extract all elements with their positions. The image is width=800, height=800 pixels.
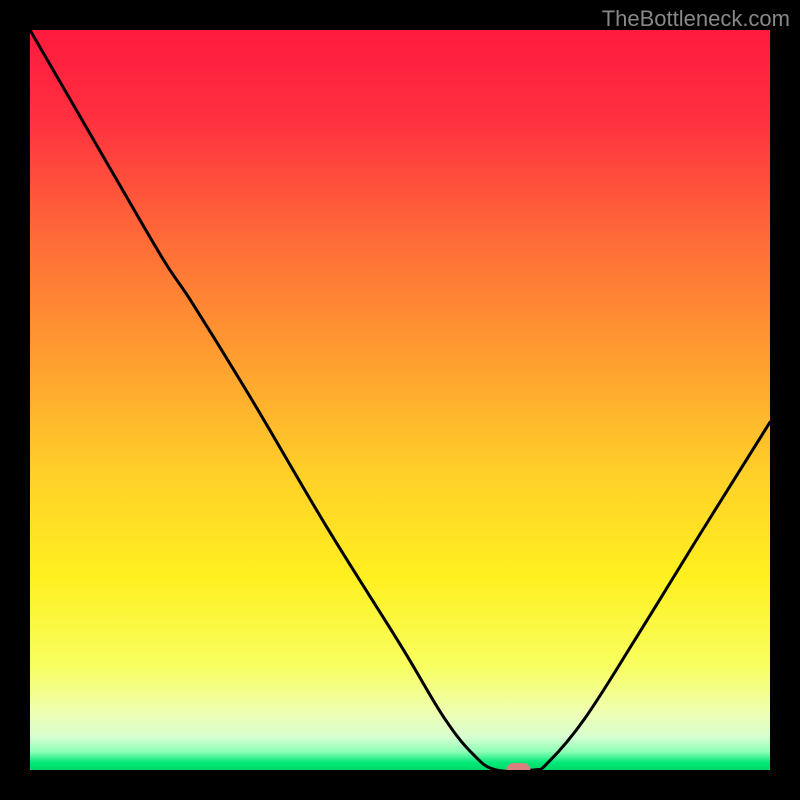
- chart-svg: [30, 30, 770, 770]
- gradient-background: [30, 30, 770, 770]
- chart-container: TheBottleneck.com: [0, 0, 800, 800]
- watermark-text: TheBottleneck.com: [602, 6, 790, 32]
- current-position-marker: [506, 763, 530, 770]
- plot-area: [30, 30, 770, 770]
